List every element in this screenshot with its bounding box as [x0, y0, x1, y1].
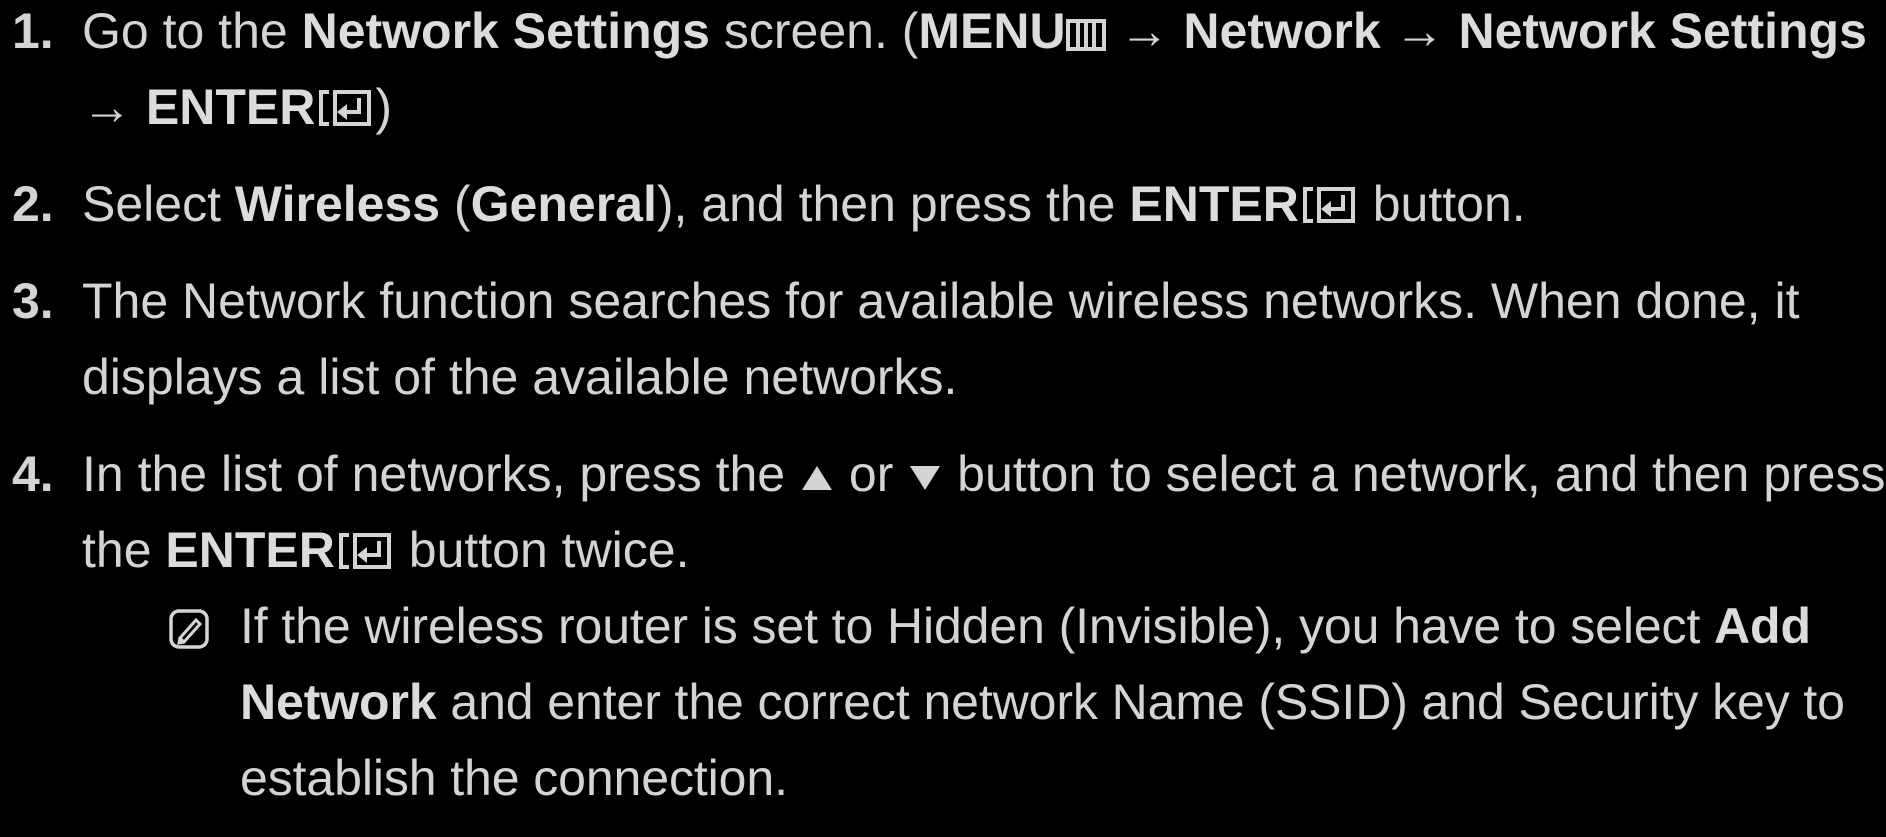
general-label: General	[470, 176, 657, 232]
down-triangle-icon	[910, 466, 941, 490]
enter-icon	[1302, 187, 1355, 223]
step-text: or	[835, 446, 908, 502]
step-text: Select	[82, 176, 235, 232]
step-text: →	[1380, 3, 1459, 59]
menu-icon	[1065, 19, 1106, 51]
step-text: screen. (	[710, 3, 919, 59]
wireless-label: Wireless	[234, 176, 441, 232]
enter-label: ENTER	[1129, 176, 1299, 232]
step-text: ), and then press the	[656, 176, 1130, 232]
step-text: Go to the	[82, 3, 302, 59]
step-number: 3.	[12, 273, 54, 329]
step-text: →	[1105, 3, 1184, 59]
step-text: In the list of networks, press the	[82, 446, 799, 502]
network-label: Network	[1183, 3, 1381, 59]
step-number: 4.	[12, 446, 54, 502]
up-triangle-icon	[802, 466, 832, 490]
step-2: 2. Select Wireless (General), and then p…	[0, 166, 1886, 242]
enter-label: ENTER	[145, 79, 316, 135]
step-text: )	[375, 79, 393, 135]
enter-icon	[319, 90, 372, 126]
note-text: If the wireless router is set to Hidden …	[240, 598, 1715, 654]
note-text: and enter the correct network Name (SSID…	[240, 674, 1845, 806]
step-3: 3. The Network function searches for ava…	[0, 263, 1886, 415]
enter-icon	[338, 533, 391, 569]
step-text: button.	[1358, 176, 1526, 232]
note-icon	[169, 609, 209, 649]
instruction-steps: 1. Go to the Network Settings screen. (M…	[0, 0, 1886, 837]
network-settings-label: Network Settings	[1458, 3, 1867, 59]
step-4: 4. In the list of networks, press the or…	[0, 436, 1886, 816]
step-text: button twice.	[394, 522, 690, 578]
step-1: 1. Go to the Network Settings screen. (M…	[0, 0, 1886, 145]
step-number: 2.	[12, 176, 54, 232]
menu-label: MENU	[918, 3, 1066, 59]
network-settings-label: Network Settings	[301, 3, 710, 59]
step-text: (	[440, 176, 471, 232]
step-number: 1.	[12, 3, 54, 59]
step-text: →	[82, 79, 146, 135]
note: If the wireless router is set to Hidden …	[82, 588, 1886, 816]
enter-label: ENTER	[165, 522, 335, 578]
step-text: The Network function searches for availa…	[82, 273, 1800, 405]
